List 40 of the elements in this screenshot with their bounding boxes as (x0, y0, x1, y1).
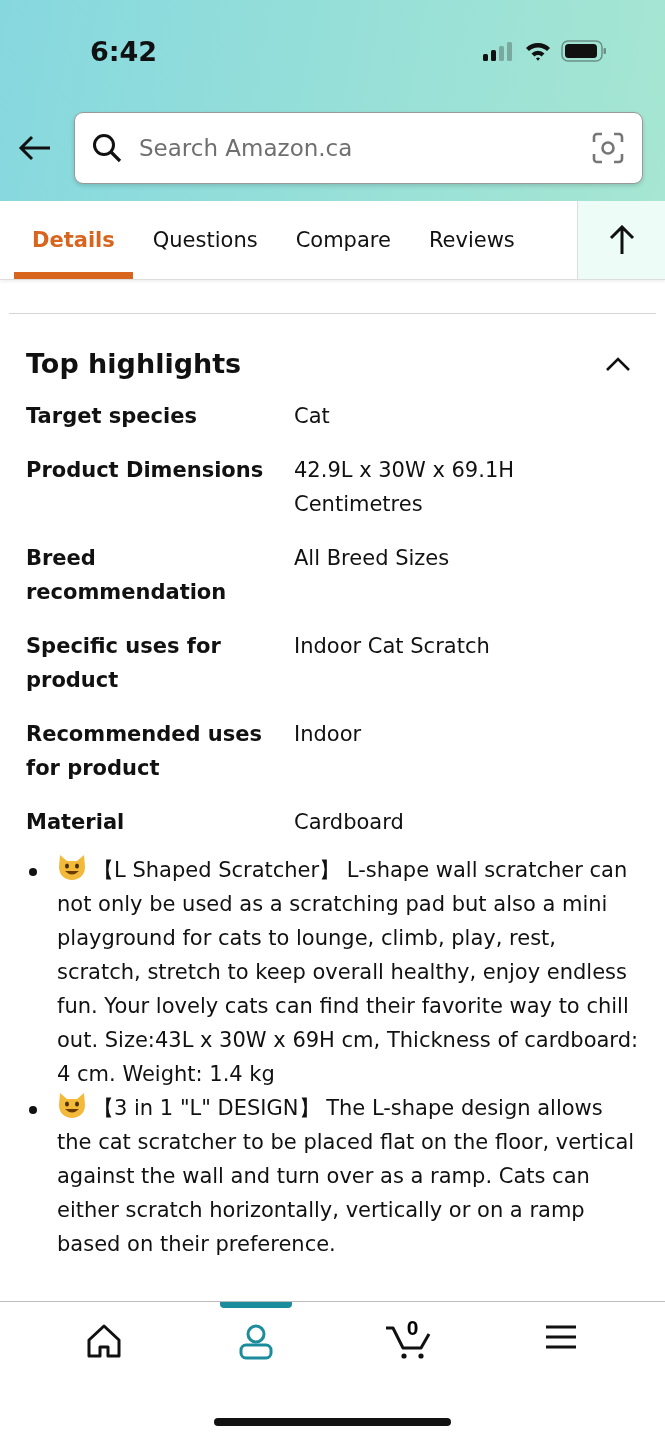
cart-count: 0 (406, 1316, 419, 1340)
search-field[interactable]: Search Amazon.ca (137, 134, 578, 162)
spec-label: Target species (26, 403, 198, 430)
spec-value: Indoor (294, 721, 363, 748)
spec-value: Cardboard (294, 809, 405, 836)
bullet-dot (29, 868, 37, 876)
arrow-up-icon (608, 225, 635, 255)
spec-label: Specific uses for product (26, 633, 222, 694)
tab[interactable]: Reviews (410, 201, 533, 279)
chevron-icon[interactable] (605, 355, 631, 372)
spec-value: 42.9L x 30W x 69.1H Centimetres (294, 457, 516, 518)
bullet-dot (29, 1106, 37, 1114)
scroll-top-button[interactable] (577, 201, 665, 279)
spec-value: All Breed Sizes (294, 545, 451, 572)
back-button[interactable] (18, 135, 52, 161)
status-time: 6:42 (90, 35, 158, 67)
spec-label: Product Dimensions (26, 457, 265, 484)
search-bar[interactable]: Search Amazon.ca (74, 112, 643, 184)
search-icon (91, 132, 123, 164)
cart-button[interactable]: 0 (363, 1302, 454, 1372)
spec-label: Material (26, 809, 126, 836)
spec-value: Indoor Cat Scratch (294, 633, 491, 660)
feature-text: 【L Shaped Scratcher】 L-shape wall scratcher can not only be used as a scratching pad but also a mini playground for cats to lounge, climb, play, rest, scratch, stretch to keep overall healthy, enjoy endless fun. Your lovely cats can find their favorite way to chill out. Size:43L x 30W x 69H cm, Thickness of cardboard: 4 cm. Weight: 1.4 kg (57, 853, 639, 1091)
section-title: Top highlights (26, 348, 242, 379)
cat-face-icon (57, 1091, 87, 1119)
battery-icon (561, 40, 607, 62)
menu-icon (544, 1324, 577, 1350)
camera-scan-icon[interactable] (592, 132, 624, 164)
spec-value: Cat (294, 403, 331, 430)
tab[interactable]: Compare (277, 201, 409, 279)
person-icon (239, 1324, 274, 1360)
cat-face-icon (57, 853, 87, 881)
spec-label: Breed recommendation (26, 545, 228, 606)
tab[interactable]: Details (14, 201, 133, 279)
feature-text: 【3 in 1 "L" DESIGN】 The L-shape design allows the cat scratcher to be placed flat on the floor, vertical against the wall and turn over as a ramp. Cats can either scratch horizontally, vertically or on a ramp based on their preference. (57, 1091, 639, 1261)
wifi-icon (525, 41, 551, 61)
tab[interactable]: Questions (134, 201, 276, 279)
spec-label: Recommended uses for product (26, 721, 264, 782)
home-icon (86, 1324, 123, 1358)
signal-icon (483, 41, 515, 61)
